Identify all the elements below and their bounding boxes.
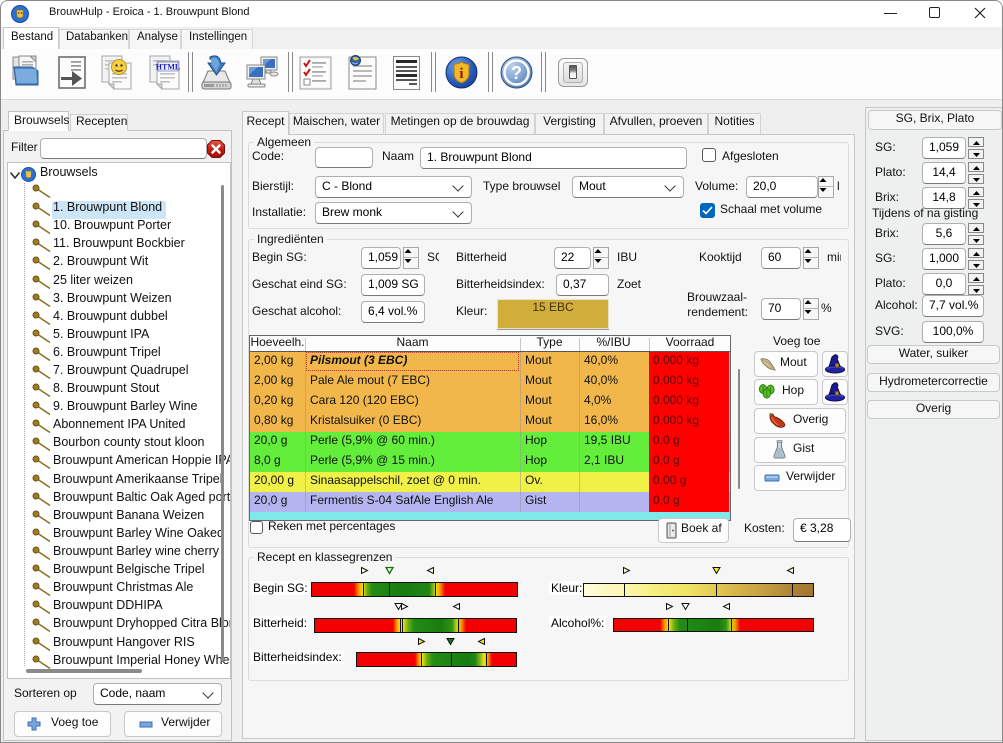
svg-text:HTML: HTML (156, 63, 180, 72)
svg-text:i: i (459, 66, 463, 82)
svg-text:?: ? (511, 63, 522, 83)
